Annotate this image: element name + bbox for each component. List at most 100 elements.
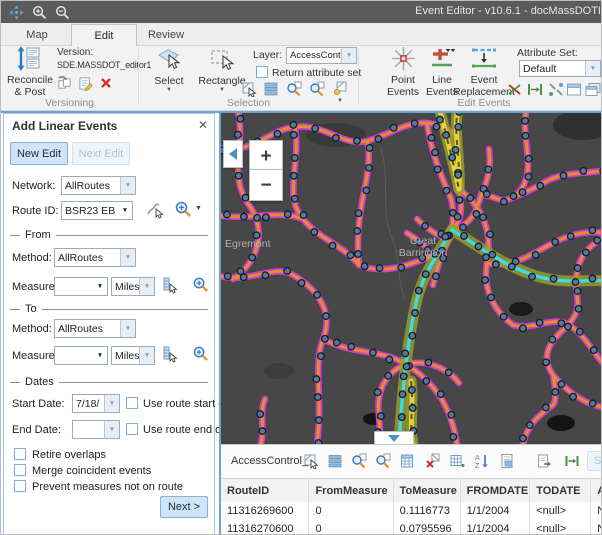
end-date-label: End Date: — [12, 424, 61, 436]
column-header[interactable]: AC — [591, 479, 602, 502]
network-label: Network: — [12, 180, 55, 192]
table-select-icon[interactable] — [303, 453, 319, 469]
cell-todate: <null> — [530, 520, 591, 535]
route-id-combo[interactable]: BSR23 EB ▼ — [61, 201, 133, 220]
to-units-select[interactable]: Miles ▼ — [111, 346, 155, 365]
return-attribute-set-checkbox[interactable] — [256, 66, 268, 78]
from-method-label: Method: — [12, 252, 52, 264]
to-measure-combo[interactable]: ▼ — [54, 346, 108, 365]
table-calculator-icon[interactable] — [399, 453, 415, 469]
column-header[interactable]: FromMeasure — [309, 479, 393, 502]
select-tool-icon — [156, 46, 182, 75]
cell-fromdate: 1/1/2004 — [461, 502, 531, 520]
table-header-row: RouteID FromMeasure ToMeasure FROMDATE T… — [221, 478, 602, 503]
return-attribute-set-label: Return attribute set — [272, 67, 361, 79]
from-measure-zoom-icon[interactable] — [192, 276, 209, 298]
to-method-select[interactable]: AllRoutes ▼ — [54, 319, 136, 338]
cell-tomeasure: 0.1116773 — [394, 502, 461, 520]
ribbon-tabstrip: Map Edit Review — [1, 23, 602, 46]
retire-overlaps-checkbox[interactable] — [14, 448, 26, 460]
merge-coincident-events-checkbox[interactable] — [14, 464, 26, 476]
tab-review[interactable]: Review — [137, 24, 195, 45]
table-sort-icon[interactable]: AZ — [474, 453, 490, 469]
table-zoom-selected-icon[interactable] — [351, 453, 367, 469]
dates-section-divider: Dates — [10, 376, 208, 388]
use-route-start-date-checkbox[interactable] — [126, 397, 138, 409]
reconcile-post-button[interactable]: Reconcile & Post — [5, 46, 55, 98]
start-date-combo[interactable]: 7/18/ ▼ — [72, 394, 120, 413]
group-edit-events: Point Events Line Events Event Replaceme… — [359, 45, 602, 111]
collapse-table-button[interactable] — [374, 431, 414, 444]
select-dropdown-icon[interactable]: ▼ — [166, 87, 172, 93]
layered-windows-icon[interactable] — [585, 82, 601, 102]
table-clear-selection-icon[interactable] — [424, 453, 440, 469]
to-measure-zoom-icon[interactable] — [192, 345, 209, 367]
new-edit-button[interactable]: New Edit — [10, 142, 68, 165]
ribbon-content: Reconcile & Post Version: SDE.MASSDOT_ed… — [1, 45, 602, 111]
zoom-to-route-icon[interactable] — [174, 200, 192, 223]
dates-section-label: Dates — [25, 376, 54, 388]
column-header[interactable]: RouteID — [221, 479, 309, 502]
ribbon: Map Edit Review Reconcile & Post Version… — [1, 23, 602, 111]
group-versioning: Reconcile & Post Version: SDE.MASSDOT_ed… — [1, 45, 138, 111]
zoom-in-icon[interactable] — [32, 5, 47, 20]
prevent-measures-checkbox[interactable] — [14, 480, 26, 492]
table-row[interactable]: 11316270600 0 0.0795596 1/1/2004 <null> … — [221, 520, 602, 535]
title-bar: Event Editor - v10.6.1 - docMassDOTI — [1, 1, 602, 23]
map-zoom-in-button[interactable]: + — [249, 140, 283, 172]
table-move-event-icon[interactable] — [564, 453, 580, 469]
version-changes-icon[interactable] — [57, 76, 72, 96]
table-export-icon[interactable] — [536, 453, 552, 469]
from-units-select[interactable]: Miles ▼ — [111, 277, 155, 296]
end-date-arrow-icon: ▼ — [104, 421, 119, 438]
start-date-value: 7/18/ — [73, 398, 104, 410]
from-section-label: From — [25, 229, 51, 241]
network-select[interactable]: AllRoutes ▼ — [61, 176, 136, 195]
versioning-group-label: Versioning — [1, 97, 138, 109]
route-id-label: Route ID: — [12, 205, 58, 217]
route-id-value: BSR23 EB — [62, 205, 118, 217]
point-events-label: Point Events — [381, 74, 425, 98]
table-disabled-button[interactable]: S — [587, 451, 602, 471]
delete-version-icon[interactable] — [99, 76, 113, 95]
from-measure-pick-icon[interactable] — [161, 276, 179, 299]
select-route-on-map-icon[interactable] — [146, 201, 164, 224]
table-zoom-all-icon[interactable] — [375, 453, 391, 469]
pan-icon[interactable] — [9, 5, 24, 20]
map-zoom-out-button[interactable]: − — [249, 169, 283, 201]
table-report-icon[interactable] — [499, 453, 515, 469]
next-button[interactable]: Next > — [160, 496, 208, 518]
table-list-icon[interactable] — [327, 453, 343, 469]
layer-select[interactable]: AccessControl_A ▼ — [286, 47, 357, 64]
next-edit-button[interactable]: Next Edit — [72, 142, 130, 165]
select-tool-label: Select — [154, 75, 183, 87]
from-measure-combo[interactable]: ▼ — [54, 277, 108, 296]
rectangle-dropdown-icon[interactable]: ▼ — [219, 87, 225, 93]
column-header[interactable]: ToMeasure — [394, 479, 461, 502]
from-method-select[interactable]: AllRoutes ▼ — [54, 248, 136, 267]
attribute-set-select[interactable]: Default ▼ — [519, 60, 601, 77]
panel-close-icon[interactable]: ✕ — [198, 118, 208, 132]
from-measure-arrow-icon: ▼ — [93, 278, 107, 295]
tab-map[interactable]: Map — [11, 24, 63, 45]
new-version-icon[interactable] — [78, 76, 93, 96]
select-tool-button[interactable]: Select ▼ — [147, 46, 191, 93]
column-header[interactable]: FROMDATE — [461, 479, 531, 502]
use-route-end-date-checkbox[interactable] — [126, 423, 138, 435]
layer-select-arrow-icon: ▼ — [341, 48, 356, 63]
event-replacement-button[interactable]: Event Replacement — [453, 46, 515, 98]
zoom-to-route-dropdown-icon[interactable]: ▼ — [195, 206, 202, 212]
collapse-panel-button[interactable] — [223, 140, 243, 168]
tab-edit[interactable]: Edit — [71, 24, 137, 46]
map-view[interactable]: Egremont Great Barrington + − — [221, 113, 602, 444]
to-measure-pick-icon[interactable] — [161, 345, 179, 368]
table-row[interactable]: 11316269600 0 0.1116773 1/1/2004 <null> … — [221, 502, 602, 521]
event-replacement-icon — [469, 46, 499, 74]
reconcile-post-label: Reconcile & Post — [5, 74, 55, 98]
point-events-button[interactable]: Point Events — [379, 46, 427, 98]
column-header[interactable]: TODATE — [530, 479, 591, 502]
zoom-out-icon[interactable] — [55, 5, 70, 20]
table-add-field-icon[interactable] — [449, 453, 465, 469]
cell-routeid: 11316270600 — [221, 520, 309, 535]
end-date-combo[interactable]: ▼ — [72, 420, 120, 439]
